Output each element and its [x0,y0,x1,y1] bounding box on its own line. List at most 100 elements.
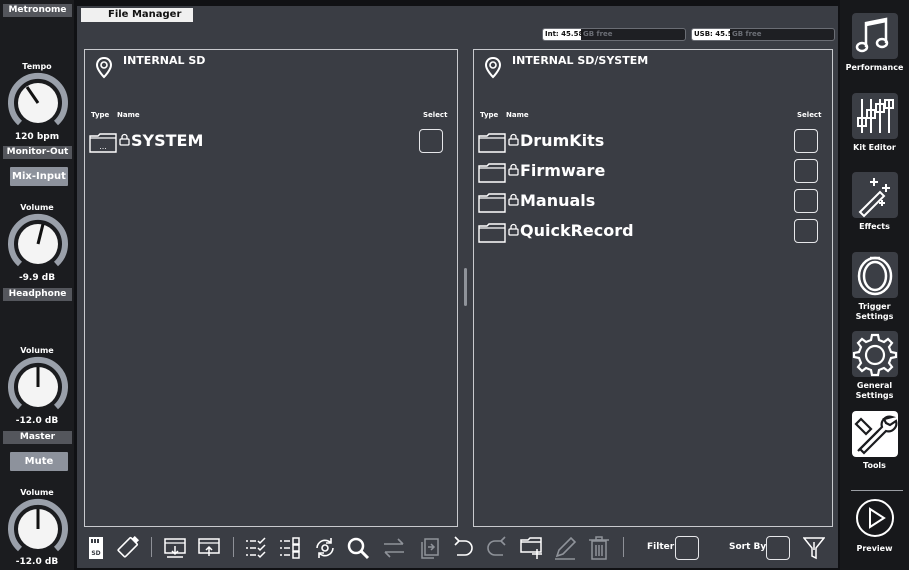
sd-card-icon[interactable]: SD [86,536,106,560]
left-sidebar: Metronome Tempo 120 bpm Monitor-Out Mix-… [0,0,74,570]
tempo-value: 120 bpm [14,132,60,142]
nav-general-label-1: General [856,381,893,390]
sort-by-checkbox[interactable] [766,536,790,560]
lock-icon [119,133,130,146]
headphone-volume-value: -12.0 dB [15,416,59,426]
item-name: Manuals [520,191,596,210]
headphone-volume-label: Volume [20,346,54,355]
master-volume-knob[interactable] [7,498,69,560]
mute-button[interactable]: Mute [10,452,68,471]
metronome-header: Metronome [3,4,72,17]
monitor-volume-knob[interactable] [7,213,69,275]
redo-icon[interactable] [485,536,509,560]
list-item[interactable]: Firmware [478,161,836,185]
left-col-select: Select [423,111,448,119]
master-header: Master [3,431,72,444]
item-name: Firmware [520,161,606,180]
copy-icon[interactable] [418,536,440,560]
sliders-icon [852,93,898,139]
filter-label: Filter [647,542,675,552]
sync-icon[interactable] [313,536,337,560]
master-volume-label: Volume [20,488,54,497]
list-item[interactable]: QuickRecord [478,221,836,245]
filter-icon[interactable] [803,536,825,560]
monitor-volume-label: Volume [20,203,54,212]
new-folder-icon[interactable] [519,536,545,560]
internal-storage-label: Int: 45.58 [545,30,584,38]
item-name: DrumKits [520,131,605,150]
nav-trigger-label-1: Trigger [858,302,891,311]
select-all-icon[interactable] [244,536,268,560]
item-name: QuickRecord [520,221,634,240]
monitor-out-header: Monitor-Out [3,146,72,159]
folder-icon [478,223,506,243]
usb-storage-label: USB: 45.5 [694,30,733,38]
headphone-volume-knob[interactable] [7,356,69,418]
filter-checkbox[interactable] [675,536,699,560]
select-checkbox[interactable] [794,129,818,153]
nav-kit-editor[interactable]: Kit Editor [840,93,909,155]
list-item[interactable]: DrumKits [478,131,836,155]
nav-preview-label: Preview [856,544,893,553]
select-checkbox[interactable] [794,189,818,213]
right-col-select: Select [797,111,822,119]
location-pin-icon [484,56,502,79]
nav-tools[interactable]: Tools [840,411,909,473]
nav-kit-editor-label: Kit Editor [853,143,896,152]
swap-icon[interactable] [381,536,407,560]
toolbar-divider [623,537,624,557]
magic-wand-icon [852,172,898,218]
export-icon[interactable] [197,536,221,560]
select-list-icon[interactable] [278,536,302,560]
select-checkbox[interactable] [794,219,818,243]
folder-icon [478,163,506,183]
lock-icon [508,193,519,206]
usb-storage-indicator: USB: 45.5 GB free [691,28,835,41]
lock-icon [508,223,519,236]
rename-icon[interactable] [553,536,577,560]
import-icon[interactable] [163,536,187,560]
nav-preview[interactable]: Preview [840,497,909,559]
location-pin-icon [95,56,113,79]
left-col-type: Type [91,111,110,119]
left-col-name: Name [117,111,140,119]
svg-text:SD: SD [91,550,100,557]
tab-file-manager[interactable]: File Manager [81,8,193,22]
mix-input-button[interactable]: Mix-Input [10,167,68,186]
left-pane-title: INTERNAL SD [123,54,206,67]
right-pane-title: INTERNAL SD/SYSTEM [512,54,649,67]
usb-storage-suffix: GB free [732,30,762,38]
nav-general-settings[interactable]: General Settings [840,331,909,403]
folder-icon: ... [89,133,117,153]
nav-divider [851,490,903,491]
master-volume-value: -12.0 dB [15,557,59,567]
right-browser-pane: INTERNAL SD/SYSTEM Type Name Select Drum… [473,49,833,527]
lock-icon [508,163,519,176]
internal-storage-indicator: Int: 45.58 GB free [542,28,686,41]
tempo-label: Tempo [22,62,52,71]
right-nav: Performance Kit Editor Effects Trigger S… [840,0,909,570]
nav-trigger-settings[interactable]: Trigger Settings [840,252,909,324]
usb-icon[interactable] [114,536,140,560]
pane-resize-handle[interactable] [464,268,467,306]
list-item[interactable]: ... SYSTEM [89,131,461,155]
delete-icon[interactable] [588,536,610,560]
folder-icon [478,193,506,213]
list-item[interactable]: Manuals [478,191,836,215]
gear-icon [852,331,898,377]
nav-general-label-2: Settings [855,391,894,400]
drum-pad-icon [852,252,898,298]
undo-icon[interactable] [451,536,475,560]
tempo-knob[interactable] [7,72,69,134]
right-col-type: Type [480,111,499,119]
nav-performance[interactable]: Performance [840,13,909,75]
select-checkbox[interactable] [794,159,818,183]
toolbar-divider [151,537,152,557]
nav-tools-label: Tools [863,461,886,470]
select-checkbox[interactable] [419,129,443,153]
search-icon[interactable] [346,536,370,560]
nav-trigger-label-2: Settings [855,312,894,321]
nav-effects[interactable]: Effects [840,172,909,234]
internal-storage-suffix: GB free [583,30,613,38]
nav-performance-label: Performance [845,63,904,72]
